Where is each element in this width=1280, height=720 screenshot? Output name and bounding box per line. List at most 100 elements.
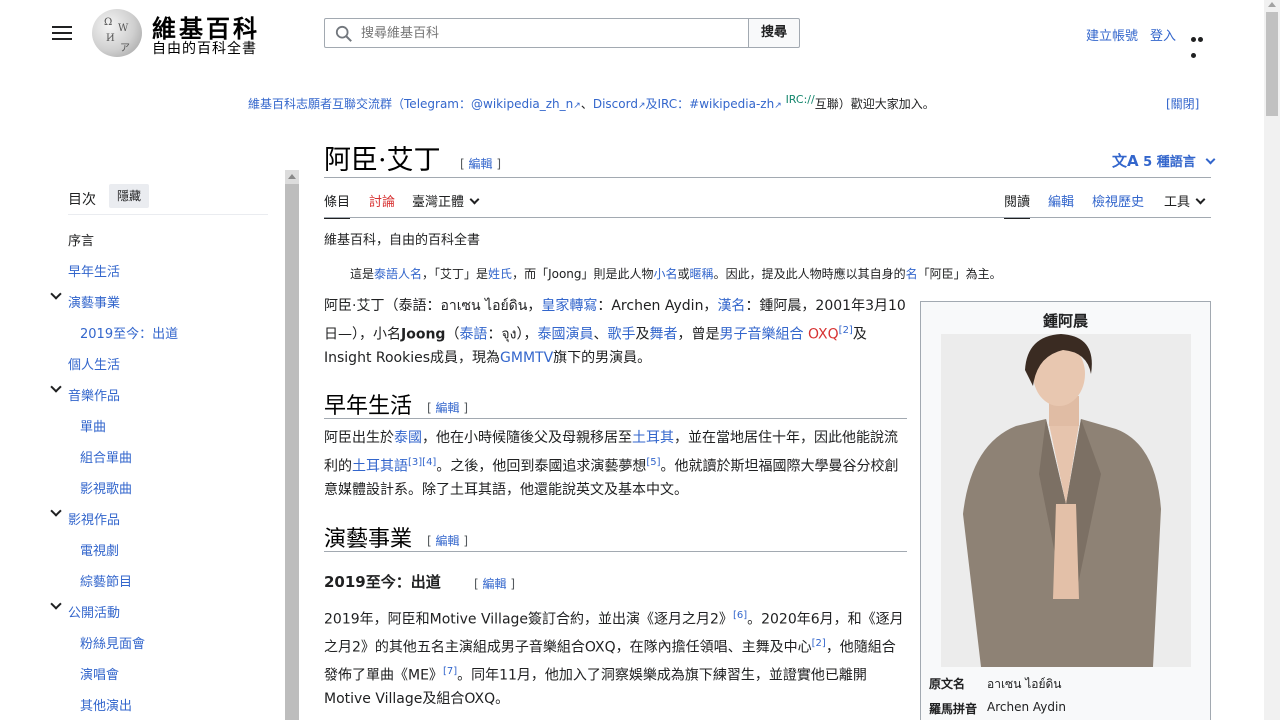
early-life-paragraph: 阿臣出生於泰國，他在小時候隨後父及母親移居至土耳其，並在當地居住十年，因此他能說… bbox=[324, 430, 899, 498]
chevron-down-icon bbox=[469, 194, 480, 205]
language-button[interactable]: 文A 5 種語言 bbox=[1112, 150, 1216, 171]
hatnote-link[interactable]: 名 bbox=[906, 267, 918, 281]
tab-edit[interactable]: 編輯 bbox=[1048, 191, 1074, 210]
intro-paragraph: 阿臣·艾丁（泰語：อาเซน ไอย์ดิน，皇家轉寫：Archen Aydin… bbox=[324, 298, 906, 366]
toc-item-group-singles[interactable]: 組合單曲 bbox=[80, 447, 132, 466]
site-header: Ω W И ア 維基百科 自由的百科全書 搜尋 建立帳號 登入 bbox=[0, 0, 1264, 66]
toc-item-personal-life[interactable]: 個人生活 bbox=[68, 354, 120, 373]
chevron-down-icon bbox=[1195, 194, 1206, 205]
reference-link[interactable]: [6] bbox=[733, 610, 747, 621]
toc-item-other-performances[interactable]: 其他演出 bbox=[80, 695, 132, 714]
hatnote-link[interactable]: 小名 bbox=[654, 267, 678, 281]
external-link-icon: ↗ bbox=[774, 101, 782, 111]
toc-item-events[interactable]: 公開活動 bbox=[68, 602, 120, 621]
tab-article[interactable]: 條目 bbox=[324, 191, 351, 219]
section-divider bbox=[324, 551, 907, 552]
toc-item-tv-series[interactable]: 電視劇 bbox=[80, 540, 119, 559]
discord-link[interactable]: Discord bbox=[593, 97, 638, 111]
create-account-link[interactable]: 建立帳號 bbox=[1086, 25, 1138, 44]
reference-link[interactable]: [7] bbox=[443, 666, 457, 677]
irc-link[interactable]: #wikipedia-zh bbox=[689, 97, 774, 111]
toc-item-intro[interactable]: 序言 bbox=[68, 230, 94, 249]
section-edit-link[interactable]: [ 編輯 ] bbox=[427, 399, 468, 416]
inline-link[interactable]: 泰國演員 bbox=[537, 326, 593, 342]
inline-link[interactable]: 土耳其語 bbox=[352, 458, 408, 474]
login-link[interactable]: 登入 bbox=[1150, 25, 1176, 44]
inline-link[interactable]: 歌手 bbox=[607, 326, 635, 342]
tab-read[interactable]: 閱讀 bbox=[1004, 191, 1031, 219]
title-divider bbox=[324, 177, 1211, 178]
infobox-value: อาเซน ไอย์ดิน bbox=[987, 677, 1062, 691]
external-link-icon: ↗ bbox=[573, 101, 581, 111]
toc-item-singles[interactable]: 單曲 bbox=[80, 416, 106, 435]
search-input[interactable] bbox=[361, 23, 741, 43]
infobox-label: 原文名 bbox=[929, 677, 966, 691]
toc-hide-button[interactable]: 隱藏 bbox=[109, 184, 150, 208]
scroll-up-arrow-icon[interactable] bbox=[1268, 2, 1276, 7]
toc-scrollbar[interactable] bbox=[285, 170, 299, 720]
toc-collapse-chevron-icon[interactable] bbox=[50, 598, 62, 610]
wikipedia-globe-logo[interactable]: Ω W И ア bbox=[92, 9, 142, 57]
reference-link[interactable]: [2] bbox=[812, 638, 826, 649]
site-tagline: 自由的百科全書 bbox=[152, 41, 257, 57]
toc-item-ost[interactable]: 影視歌曲 bbox=[80, 478, 132, 497]
page-title: 阿臣·艾丁 bbox=[324, 145, 441, 176]
telegram-link[interactable]: @wikipedia_zh_n bbox=[471, 97, 573, 111]
toc-divider bbox=[68, 214, 268, 215]
toc-item-career[interactable]: 演藝事業 bbox=[68, 292, 120, 311]
toc-item-debut[interactable]: 2019至今：出道 bbox=[80, 323, 178, 342]
toc-collapse-chevron-icon[interactable] bbox=[50, 381, 62, 393]
toc-item-filmography[interactable]: 影視作品 bbox=[68, 509, 120, 528]
hatnote-link[interactable]: 姓氏 bbox=[488, 267, 512, 281]
tab-variant-dropdown[interactable]: 臺灣正體 bbox=[412, 191, 480, 210]
tools-dropdown[interactable]: 工具 bbox=[1164, 191, 1206, 210]
title-edit-link[interactable]: [ 編輯 ] bbox=[460, 155, 501, 172]
section-divider bbox=[324, 418, 907, 419]
inline-link[interactable]: 舞者 bbox=[649, 326, 677, 342]
infobox-value: Archen Aydin bbox=[987, 700, 1066, 714]
hatnote-link[interactable]: 暱稱 bbox=[690, 267, 714, 281]
site-subtitle: 維基百科，自由的百科全書 bbox=[324, 233, 481, 248]
tab-talk[interactable]: 討論 bbox=[369, 191, 395, 210]
inline-link[interactable]: 漢名 bbox=[717, 298, 745, 314]
irc-protocol-label: IRC:// bbox=[785, 93, 815, 106]
search-box[interactable] bbox=[324, 18, 749, 48]
toc-scrollbar-thumb[interactable] bbox=[285, 184, 299, 720]
more-options-icon[interactable] bbox=[1191, 30, 1211, 58]
red-link[interactable]: OXQ bbox=[808, 326, 839, 342]
search-icon bbox=[335, 25, 352, 42]
hatnote-link[interactable]: 泰語人名 bbox=[374, 267, 422, 281]
section-edit-link[interactable]: [ 編輯 ] bbox=[427, 532, 468, 549]
toc-item-early-life[interactable]: 早年生活 bbox=[68, 261, 120, 280]
toc-item-concerts[interactable]: 演唱會 bbox=[80, 664, 119, 683]
section-edit-link[interactable]: [ 編輯 ] bbox=[474, 575, 515, 592]
banner-group-link[interactable]: 維基百科志願者互聯交流群 bbox=[248, 97, 392, 111]
banner-close-link[interactable]: [關閉] bbox=[1166, 95, 1199, 112]
toc-item-variety[interactable]: 綜藝節目 bbox=[80, 571, 132, 590]
search-button[interactable]: 搜尋 bbox=[748, 18, 800, 48]
infobox: 鍾阿晨 原文名 อาเซน ไอย์ดิน 羅馬拼音 Archen Aydin bbox=[920, 301, 1211, 720]
tab-history[interactable]: 檢視歷史 bbox=[1092, 191, 1144, 210]
inline-link[interactable]: 泰語 bbox=[459, 326, 487, 342]
section-heading-career: 演藝事業 bbox=[324, 527, 413, 552]
reference-link[interactable]: [3][4] bbox=[408, 457, 436, 468]
chevron-down-icon bbox=[1205, 154, 1216, 165]
reference-link[interactable]: [5] bbox=[646, 457, 660, 468]
scrollbar-thumb[interactable] bbox=[1266, 12, 1278, 116]
toc-collapse-chevron-icon[interactable] bbox=[50, 505, 62, 517]
main-menu-button[interactable] bbox=[50, 22, 74, 44]
inline-link[interactable]: 土耳其 bbox=[632, 430, 674, 446]
inline-link[interactable]: 皇家轉寫 bbox=[541, 298, 597, 314]
toc-collapse-chevron-icon[interactable] bbox=[50, 288, 62, 300]
inline-link[interactable]: 男子音樂組合 bbox=[719, 326, 803, 342]
page-scrollbar[interactable] bbox=[1264, 0, 1280, 720]
inline-link[interactable]: GMMTV bbox=[500, 350, 553, 366]
toc-item-fan-meeting[interactable]: 粉絲見面會 bbox=[80, 633, 145, 652]
infobox-photo[interactable] bbox=[941, 334, 1191, 667]
toc-item-music[interactable]: 音樂作品 bbox=[68, 385, 120, 404]
tabs-divider bbox=[324, 217, 1211, 218]
menu-icon bbox=[52, 26, 72, 28]
scroll-up-arrow-icon[interactable] bbox=[288, 174, 296, 179]
reference-link[interactable]: [2] bbox=[839, 325, 853, 336]
inline-link[interactable]: 泰國 bbox=[394, 430, 422, 446]
